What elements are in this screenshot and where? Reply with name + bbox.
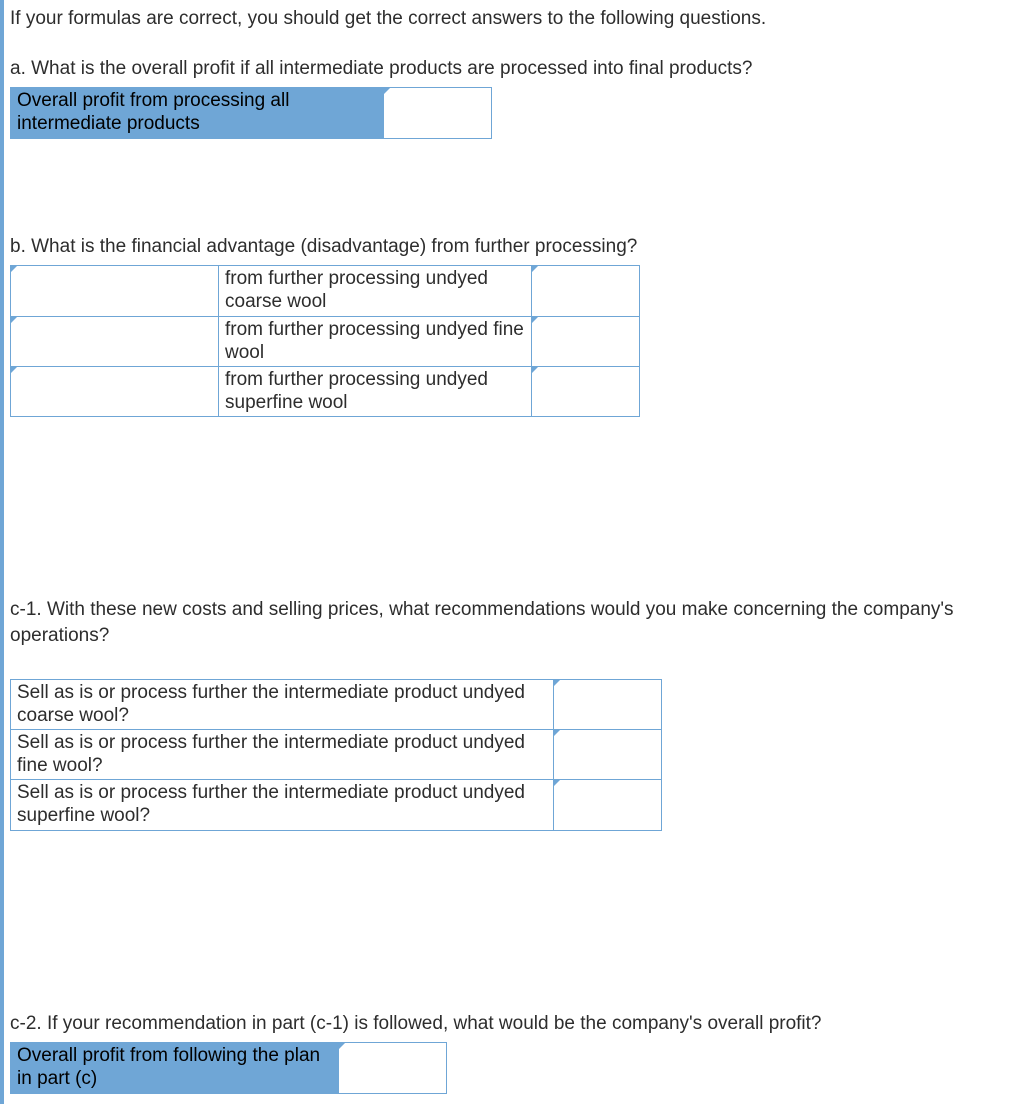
table-row: from further processing undyed superfine… <box>11 366 640 416</box>
question-c2-prompt: c-2. If your recommendation in part (c-1… <box>10 1011 1014 1037</box>
b-row2-value-input[interactable] <box>532 316 640 366</box>
b-row3-desc: from further processing undyed superfine… <box>219 366 532 416</box>
b-row1-left-input[interactable] <box>11 266 219 316</box>
table-row: Sell as is or process further the interm… <box>11 780 662 830</box>
c1-row1-input[interactable] <box>554 679 662 729</box>
table-row: Sell as is or process further the interm… <box>11 729 662 779</box>
c1-row2-question: Sell as is or process further the interm… <box>11 729 554 779</box>
intro-text: If your formulas are correct, you should… <box>10 6 1014 32</box>
b-row3-left-input[interactable] <box>11 366 219 416</box>
table-row: from further processing undyed fine wool <box>11 316 640 366</box>
c1-row1-question: Sell as is or process further the interm… <box>11 679 554 729</box>
c2-label: Overall profit from following the plan i… <box>11 1043 339 1093</box>
table-c2: Overall profit from following the plan i… <box>10 1042 447 1093</box>
b-row3-value-input[interactable] <box>532 366 640 416</box>
b-row2-left-input[interactable] <box>11 316 219 366</box>
table-c1: Sell as is or process further the interm… <box>10 679 662 831</box>
table-a: Overall profit from processing all inter… <box>10 87 492 138</box>
overall-profit-input[interactable] <box>384 88 492 138</box>
b-row2-desc: from further processing undyed fine wool <box>219 316 532 366</box>
question-a-prompt: a. What is the overall profit if all int… <box>10 56 1014 82</box>
c1-row3-input[interactable] <box>554 780 662 830</box>
table-row: Sell as is or process further the interm… <box>11 679 662 729</box>
table-b: from further processing undyed coarse wo… <box>10 265 640 417</box>
c1-row3-question: Sell as is or process further the interm… <box>11 780 554 830</box>
c1-row2-input[interactable] <box>554 729 662 779</box>
b-row1-desc: from further processing undyed coarse wo… <box>219 266 532 316</box>
overall-profit-label: Overall profit from processing all inter… <box>11 88 384 138</box>
c2-input[interactable] <box>339 1043 447 1093</box>
b-row1-value-input[interactable] <box>532 266 640 316</box>
question-c1-prompt: c-1. With these new costs and selling pr… <box>10 597 1014 648</box>
table-row: Overall profit from following the plan i… <box>11 1043 447 1093</box>
table-row: from further processing undyed coarse wo… <box>11 266 640 316</box>
question-b-prompt: b. What is the financial advantage (disa… <box>10 234 1014 260</box>
table-row: Overall profit from processing all inter… <box>11 88 492 138</box>
